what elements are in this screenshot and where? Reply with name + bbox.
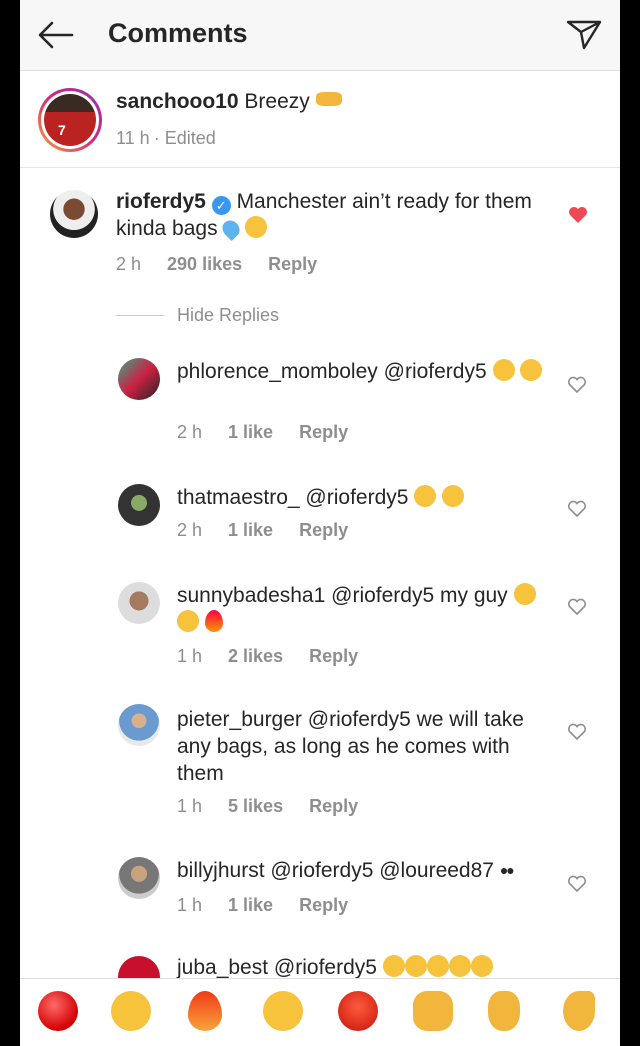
laughing-emoji-icon — [382, 955, 405, 977]
ok-hand-emoji-icon[interactable] — [488, 991, 520, 1031]
reply-username[interactable]: pieter_burger — [177, 708, 302, 731]
avatar[interactable] — [118, 857, 160, 899]
laughing-emoji-icon — [520, 359, 543, 381]
avatar[interactable] — [118, 704, 160, 746]
fist-emoji-icon[interactable] — [413, 991, 453, 1031]
reply-text: @rioferdy5 — [305, 486, 409, 509]
laughing-emoji-icon[interactable] — [111, 991, 151, 1031]
caption-text: Breezy — [244, 90, 310, 113]
reply-username[interactable]: billyjhurst — [177, 859, 265, 882]
reply-username[interactable]: thatmaestro_ — [177, 486, 300, 509]
likes-count[interactable]: 1 like — [228, 895, 273, 915]
reply-button[interactable]: Reply — [309, 646, 358, 666]
reply-time: 1 h — [177, 646, 203, 666]
fire-emoji-icon — [204, 610, 223, 632]
comment: rioferdy5 ✓ Manchester ain’t ready for t… — [20, 168, 620, 298]
avatar[interactable] — [118, 956, 160, 978]
reply-button[interactable]: Reply — [299, 422, 348, 442]
reply-text: @rioferdy5 my guy — [331, 584, 508, 607]
laughing-emoji-icon — [513, 583, 536, 605]
reply-text: @rioferdy5 — [383, 360, 487, 383]
reply-item: phlorence_momboley @rioferdy5 2 h 1 like R… — [20, 350, 620, 450]
avatar[interactable] — [50, 190, 98, 238]
send-icon[interactable] — [564, 16, 604, 52]
reply-button[interactable]: Reply — [299, 520, 348, 540]
eyes-emoji-icon: ●● — [499, 862, 515, 878]
rofl-emoji-icon — [442, 485, 465, 507]
heart-outline-icon[interactable] — [567, 875, 587, 893]
likes-count[interactable]: 2 likes — [228, 646, 283, 666]
back-arrow-icon[interactable] — [36, 18, 76, 52]
laughing-emoji-icon — [245, 216, 268, 238]
reply-item: billyjhurst @rioferdy5 @loureed87 ●● 1 h… — [20, 855, 620, 925]
heart-outline-icon[interactable] — [567, 723, 587, 741]
handshake-emoji-icon — [315, 92, 342, 106]
laughing-emoji-icon — [404, 955, 427, 977]
reply-button[interactable]: Reply — [309, 796, 358, 816]
fire-emoji-icon[interactable] — [188, 991, 222, 1031]
page-title: Comments — [108, 18, 248, 48]
avatar[interactable] — [118, 582, 160, 624]
reply-text: @rioferdy5 — [273, 956, 377, 978]
avatar[interactable] — [118, 358, 160, 400]
quick-emoji-bar — [20, 978, 620, 1046]
header-bar: Comments — [20, 0, 620, 71]
red-circle-emoji-icon[interactable] — [38, 991, 78, 1031]
reply-time: 2 h — [177, 520, 203, 540]
reply-item: juba_best @rioferdy5 — [20, 952, 620, 978]
heart-filled-icon[interactable] — [568, 206, 588, 224]
likes-count[interactable]: 1 like — [228, 520, 273, 540]
reply-text: @rioferdy5 @loureed87 — [270, 859, 494, 882]
likes-count[interactable]: 290 likes — [167, 254, 242, 274]
comment-username[interactable]: rioferdy5 — [116, 190, 206, 213]
laughing-emoji-icon — [492, 359, 515, 381]
comment-time: 2 h — [116, 254, 142, 274]
caption: 7 sanchooo10 Breezy 11 h · Edited — [20, 70, 620, 168]
reply-time: 1 h — [177, 895, 203, 915]
angry-face-emoji-icon[interactable] — [338, 991, 378, 1031]
caption-username[interactable]: sanchooo10 — [116, 90, 239, 113]
likes-count[interactable]: 1 like — [228, 422, 273, 442]
heart-outline-icon[interactable] — [567, 598, 587, 616]
droplet-emoji-icon — [219, 216, 244, 242]
reply-time: 1 h — [177, 796, 203, 816]
reply-item: sunnybadesha1 @rioferdy5 my guy 1 h 2 lik… — [20, 578, 620, 678]
reply-username[interactable]: sunnybadesha1 — [177, 584, 325, 607]
heart-eyes-emoji-icon[interactable] — [263, 991, 303, 1031]
rofl-emoji-icon — [414, 485, 437, 507]
flexed-biceps-emoji-icon[interactable] — [563, 991, 595, 1031]
comments-screen: Comments 7 sanchooo10 Breezy 11 h · Edite… — [20, 0, 620, 1046]
likes-count[interactable]: 5 likes — [228, 796, 283, 816]
verified-badge-icon: ✓ — [211, 196, 231, 215]
laughing-emoji-icon — [448, 955, 471, 977]
reply-item: thatmaestro_ @rioferdy5 2 h 1 like Reply — [20, 478, 620, 548]
reply-item: pieter_burger @rioferdy5 we will take an… — [20, 704, 620, 824]
reply-time: 2 h — [177, 422, 203, 442]
reply-username[interactable]: phlorence_momboley — [177, 360, 378, 383]
reply-button[interactable]: Reply — [268, 254, 317, 274]
reply-username[interactable]: juba_best — [177, 956, 268, 978]
caption-time: 11 h — [116, 128, 150, 148]
heart-outline-icon[interactable] — [567, 500, 587, 518]
hide-replies-button[interactable]: Hide Replies — [177, 305, 279, 326]
laughing-emoji-icon — [177, 610, 199, 632]
edited-label: · Edited — [153, 128, 216, 148]
heart-outline-icon[interactable] — [567, 376, 587, 394]
laughing-emoji-icon — [426, 955, 449, 977]
reply-button[interactable]: Reply — [299, 895, 348, 915]
avatar[interactable]: 7 — [38, 88, 102, 152]
hide-replies-line — [116, 315, 164, 316]
laughing-emoji-icon — [470, 955, 493, 977]
avatar[interactable] — [118, 484, 160, 526]
